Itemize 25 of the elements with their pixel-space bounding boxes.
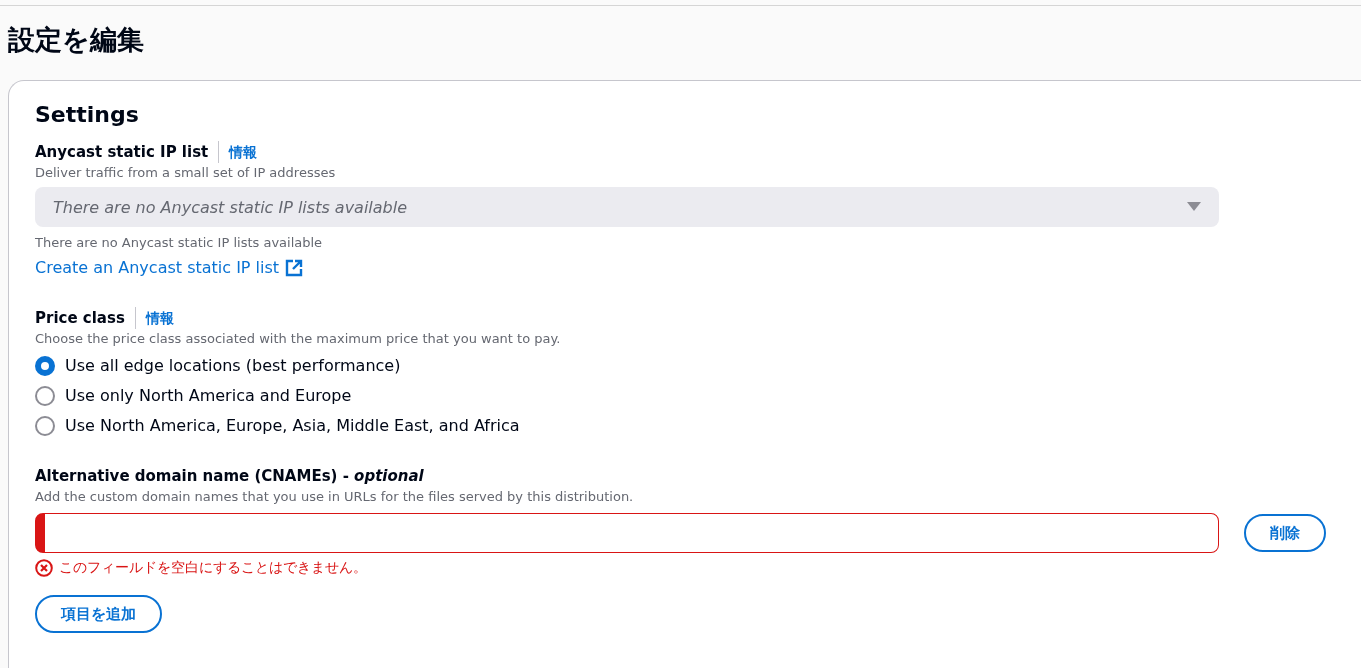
field-description: Choose the price class associated with the maximum price that you want to pay. <box>35 330 562 348</box>
radio-label: Use North America, Europe, Asia, Middle East, and Africa <box>65 415 520 437</box>
add-item-button[interactable]: 項目を追加 <box>35 595 162 633</box>
external-link-icon <box>285 259 304 277</box>
field-description: Deliver traffic from a small set of IP addresses <box>35 164 337 182</box>
field-description: Add the custom domain names that you use in URLs for the files served by this distribution. <box>35 488 635 506</box>
error-icon <box>35 559 53 577</box>
section-heading: Settings <box>35 101 140 129</box>
radio-label: Use only North America and Europe <box>65 385 352 407</box>
info-link[interactable]: 情報 <box>218 141 258 163</box>
error-message: このフィールドを空白にすることはできません。 <box>59 559 367 577</box>
radio-label: Use all edge locations (best performance) <box>65 355 401 377</box>
radio-button[interactable] <box>35 356 55 376</box>
remove-button[interactable]: 削除 <box>1244 514 1326 552</box>
field-label: Anycast static IP list <box>35 142 209 163</box>
caret-icon <box>1187 202 1201 212</box>
domain-input-field[interactable] <box>35 513 1219 553</box>
page-title: 設定を編集 <box>8 23 145 57</box>
field-hint: There are no Anycast static IP lists available <box>35 234 324 252</box>
radio-button[interactable] <box>35 416 55 436</box>
info-link[interactable]: 情報 <box>134 307 174 329</box>
create-link[interactable]: Create an Anycast static IP list <box>35 257 304 279</box>
radio-button[interactable] <box>35 386 55 406</box>
field-label: Price class <box>35 308 125 329</box>
field-label: Alternative domain name (CNAMEs) - optional <box>35 466 425 487</box>
